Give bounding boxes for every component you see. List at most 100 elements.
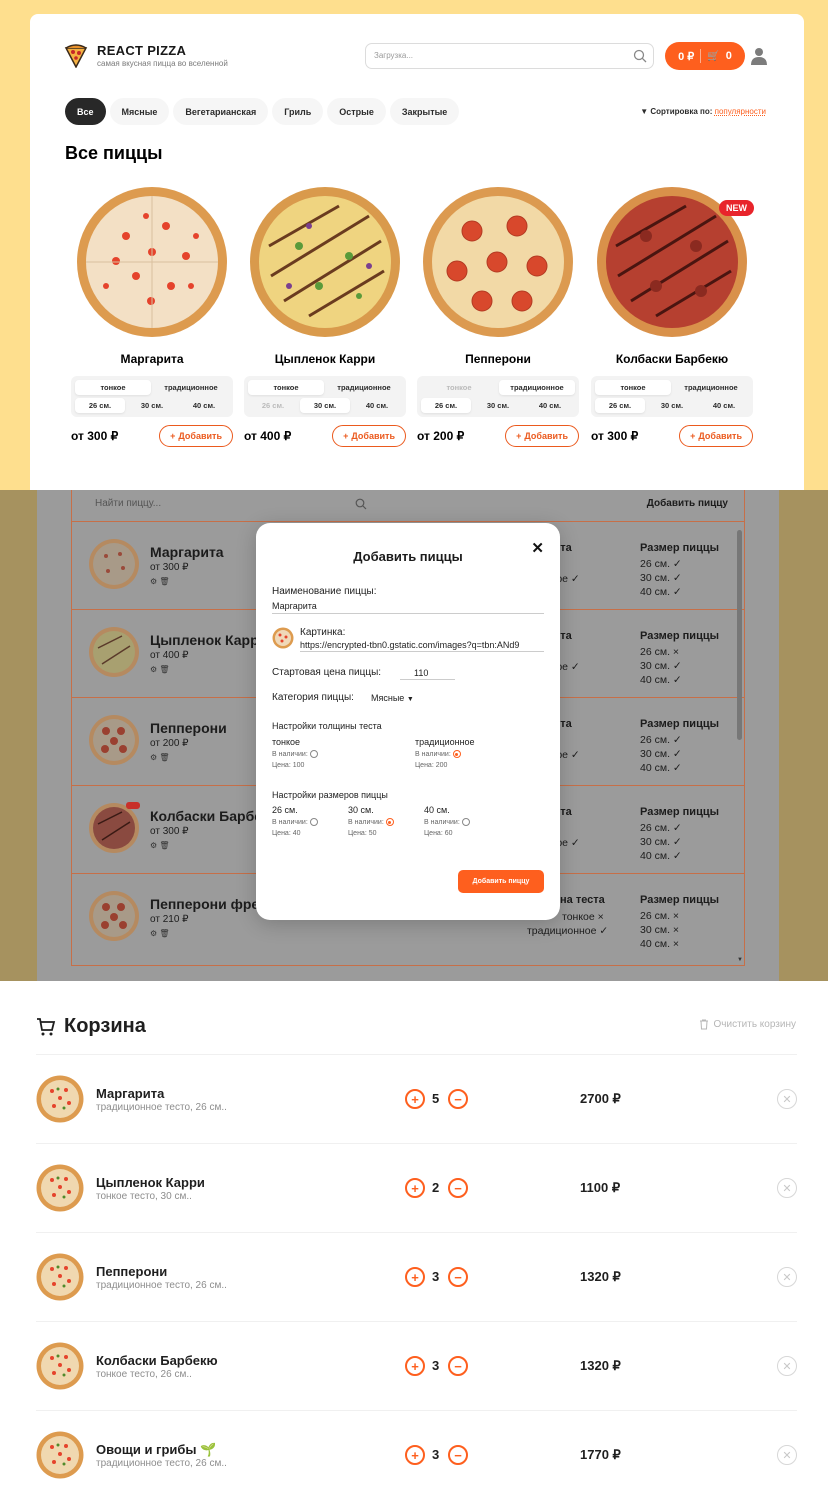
pizza-thumb xyxy=(36,1075,84,1123)
plus-icon: + xyxy=(690,431,696,441)
size-option[interactable]: 30 см. xyxy=(473,398,523,413)
add-to-cart-button[interactable]: + Добавить xyxy=(159,425,233,447)
dough-option[interactable]: тонкое xyxy=(75,380,151,395)
clear-cart-button[interactable]: Очистить корзину xyxy=(699,1019,796,1030)
category-tab[interactable]: Гриль xyxy=(272,98,324,125)
remove-item-button[interactable]: ✕ xyxy=(777,1445,797,1465)
size-option[interactable]: 40 см. xyxy=(352,398,402,413)
gear-trash-icons[interactable]: ⚙ 🗑 xyxy=(150,577,170,586)
size-avail[interactable]: В наличии: xyxy=(272,818,318,826)
remove-item-button[interactable]: ✕ xyxy=(777,1178,797,1198)
size-option[interactable]: 40 см. xyxy=(525,398,575,413)
pizza-options: тонкое традиционное 26 см. 30 см. 40 см. xyxy=(591,376,753,417)
size-status: 40 см. ✓ xyxy=(640,762,682,774)
size-option[interactable]: 40 см. xyxy=(179,398,229,413)
remove-item-button[interactable]: ✕ xyxy=(777,1267,797,1287)
add-label: Добавить xyxy=(524,431,568,441)
pizza-image: NEW xyxy=(596,186,754,338)
increase-button[interactable]: + xyxy=(405,1356,425,1376)
decrease-button[interactable]: − xyxy=(448,1445,468,1465)
size-option[interactable]: 26 см. xyxy=(248,398,298,413)
cart-item: Колбаски Барбекю тонкое тесто, 26 см.. +… xyxy=(36,1321,797,1410)
name-input[interactable]: Маргарита xyxy=(272,601,317,611)
size-option[interactable]: 30 см. xyxy=(300,398,350,413)
increase-button[interactable]: + xyxy=(405,1089,425,1109)
size-option[interactable]: 26 см. xyxy=(421,398,471,413)
gear-trash-icons[interactable]: ⚙ 🗑 xyxy=(150,753,170,762)
size-option[interactable]: 26 см. xyxy=(75,398,125,413)
size-avail[interactable]: В наличии: xyxy=(348,818,394,826)
pizza-card: Маргарита тонкое традиционное 26 см. 30 см… xyxy=(71,186,233,447)
close-icon[interactable]: ✕ xyxy=(531,539,544,557)
name-label: Наименование пиццы: xyxy=(272,586,377,597)
sort-value[interactable]: популярности xyxy=(715,107,766,116)
dough-option[interactable]: тонкое xyxy=(595,380,671,395)
category-tab[interactable]: Закрытые xyxy=(389,98,460,125)
size-status: 40 см. × xyxy=(640,938,680,950)
pizza-thumb xyxy=(36,1342,84,1390)
category-tab[interactable]: Мясные xyxy=(109,98,170,125)
size-status: 26 см. ✓ xyxy=(640,734,682,746)
remove-item-button[interactable]: ✕ xyxy=(777,1089,797,1109)
user-icon[interactable] xyxy=(751,47,767,65)
submit-pizza-button[interactable]: Добавить пиццу xyxy=(458,870,544,893)
dough-option[interactable]: традиционное xyxy=(673,380,749,395)
size-status: 30 см. ✓ xyxy=(640,572,682,584)
dough-option[interactable]: традиционное xyxy=(153,380,229,395)
gear-trash-icons[interactable]: ⚙ 🗑 xyxy=(150,665,170,674)
category-select[interactable]: Мясные ▼ xyxy=(371,693,414,703)
search-input[interactable]: Загрузка... xyxy=(365,43,654,69)
pizza-logo-icon xyxy=(64,44,88,68)
decrease-button[interactable]: − xyxy=(448,1356,468,1376)
decrease-button[interactable]: − xyxy=(448,1178,468,1198)
add-to-cart-button[interactable]: + Добавить xyxy=(505,425,579,447)
decrease-button[interactable]: − xyxy=(448,1267,468,1287)
brand-title[interactable]: REACT PIZZA xyxy=(97,43,186,58)
availability-radio xyxy=(309,750,318,758)
remove-item-button[interactable]: ✕ xyxy=(777,1356,797,1376)
gear-trash-icons[interactable]: ⚙ 🗑 xyxy=(150,929,170,938)
cart-icon: 🛒 xyxy=(707,50,720,62)
cart-button[interactable]: 0 ₽ 🛒 0 xyxy=(665,42,745,70)
decrease-button[interactable]: − xyxy=(448,1089,468,1109)
size-status: 40 см. ✓ xyxy=(640,850,682,862)
scroll-down-icon[interactable]: ▼ xyxy=(737,957,743,963)
gear-trash-icons[interactable]: ⚙ 🗑 xyxy=(150,841,170,850)
admin-pizza-price: от 210 ₽ xyxy=(150,914,189,925)
size-option[interactable]: 30 см. xyxy=(647,398,697,413)
pizza-price: от 300 ₽ xyxy=(591,429,639,443)
category-tab[interactable]: Острые xyxy=(327,98,386,125)
image-url-input[interactable]: https://encrypted-tbn0.gstatic.com/image… xyxy=(300,640,544,650)
dough-option[interactable]: традиционное xyxy=(326,380,402,395)
cart-item-name: Колбаски Барбекю xyxy=(96,1353,218,1368)
plus-icon: + xyxy=(170,431,176,441)
cart-item: Цыпленок Карри тонкое тесто, 30 см.. + 2… xyxy=(36,1143,797,1232)
size-option[interactable]: 40 см. xyxy=(699,398,749,413)
category-tab[interactable]: Все xyxy=(65,98,106,125)
add-to-cart-button[interactable]: + Добавить xyxy=(679,425,753,447)
availability-radio xyxy=(385,818,394,826)
size-option[interactable]: 30 см. xyxy=(127,398,177,413)
admin-search-input[interactable]: Найти пиццу... xyxy=(95,498,161,509)
admin-add-pizza-button[interactable]: Добавить пиццу xyxy=(647,498,728,509)
category-tab[interactable]: Вегетарианская xyxy=(173,98,269,125)
admin-pizza-price: от 400 ₽ xyxy=(150,650,189,661)
dough-avail[interactable]: В наличии: xyxy=(415,750,461,758)
scrollbar[interactable] xyxy=(737,530,742,740)
size-avail[interactable]: В наличии: xyxy=(424,818,470,826)
dough-option[interactable]: традиционное xyxy=(499,380,575,395)
size-option[interactable]: 26 см. xyxy=(595,398,645,413)
dough-option[interactable]: тонкое xyxy=(248,380,324,395)
cart-item-desc: традиционное тесто, 26 см.. xyxy=(96,1458,227,1469)
dough-name: традиционное xyxy=(415,737,475,747)
add-to-cart-button[interactable]: + Добавить xyxy=(332,425,406,447)
dough-avail[interactable]: В наличии: xyxy=(272,750,318,758)
increase-button[interactable]: + xyxy=(405,1445,425,1465)
admin-pizza-price: от 300 ₽ xyxy=(150,826,189,837)
price-input[interactable]: 110 xyxy=(414,668,428,678)
dough-option[interactable]: тонкое xyxy=(421,380,497,395)
increase-button[interactable]: + xyxy=(405,1267,425,1287)
cart-divider xyxy=(700,49,702,63)
increase-button[interactable]: + xyxy=(405,1178,425,1198)
admin-pizza-name: Пепперони фре xyxy=(150,896,260,912)
